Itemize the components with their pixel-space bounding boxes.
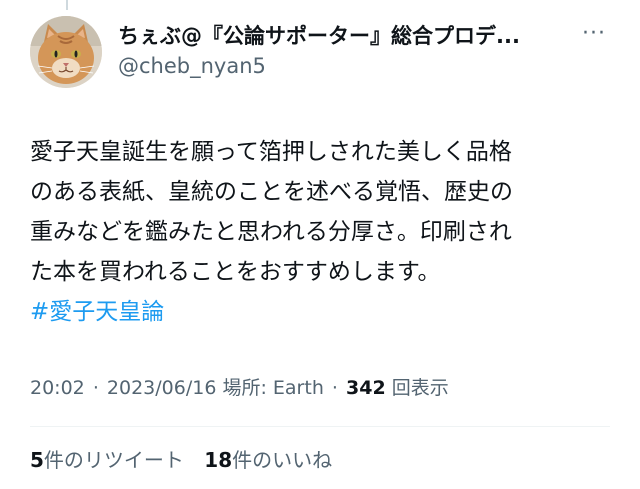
display-name[interactable]: ちぇぶ@『公論サポーター』総合プロデ... (118, 22, 578, 50)
user-handle[interactable]: @cheb_nyan5 (118, 52, 578, 80)
retweets-link[interactable]: 5件のリツイート (30, 448, 190, 472)
tweet-time[interactable]: 20:02 (30, 377, 85, 399)
retweets-label: 件のリツイート (43, 448, 184, 472)
tweet-text-line: 重みなどを鑑みたと思われる分厚さ。印刷され (30, 219, 512, 245)
views-count: 342 (346, 377, 386, 399)
likes-label: 件のいいね (232, 448, 333, 472)
engagement-stats: 5件のリツイート 18件のいいね (30, 446, 610, 474)
thread-connector-line (66, 0, 68, 10)
likes-link[interactable]: 18件のいいね (204, 448, 332, 472)
retweets-count: 5 (30, 448, 44, 472)
meta-separator: · (331, 377, 338, 399)
tweet-text-line: のある表紙、皇統のことを述べる覚悟、歴史の (30, 179, 513, 205)
likes-count: 18 (204, 448, 233, 472)
tweet-location: 場所: Earth (222, 377, 324, 399)
user-info: ちぇぶ@『公論サポーター』総合プロデ... @cheb_nyan5 (118, 22, 578, 80)
tweet-header: ちぇぶ@『公論サポーター』総合プロデ... @cheb_nyan5 ··· (30, 16, 612, 96)
tweet-metadata: 20:02 · 2023/06/16 場所: Earth · 342 回表示 (30, 374, 610, 402)
tweet-text: 愛子天皇誕生を願って箔押しされた美しく品格 のある表紙、皇統のことを述べる覚悟、… (30, 132, 600, 332)
tweet-date[interactable]: 2023/06/16 (107, 377, 217, 399)
tweet-text-line: 愛子天皇誕生を願って箔押しされた美しく品格 (30, 139, 512, 165)
more-horizontal-icon: ··· (582, 21, 606, 46)
more-options-button[interactable]: ··· (580, 23, 608, 46)
meta-separator: · (92, 377, 99, 399)
tweet-text-line: た本を買われることをおすすめします。 (30, 259, 441, 285)
cat-avatar-icon (30, 16, 102, 88)
hashtag-link[interactable]: #愛子天皇論 (30, 292, 600, 332)
views-label: 回表示 (391, 377, 449, 399)
avatar[interactable] (30, 16, 102, 88)
divider (30, 426, 610, 427)
